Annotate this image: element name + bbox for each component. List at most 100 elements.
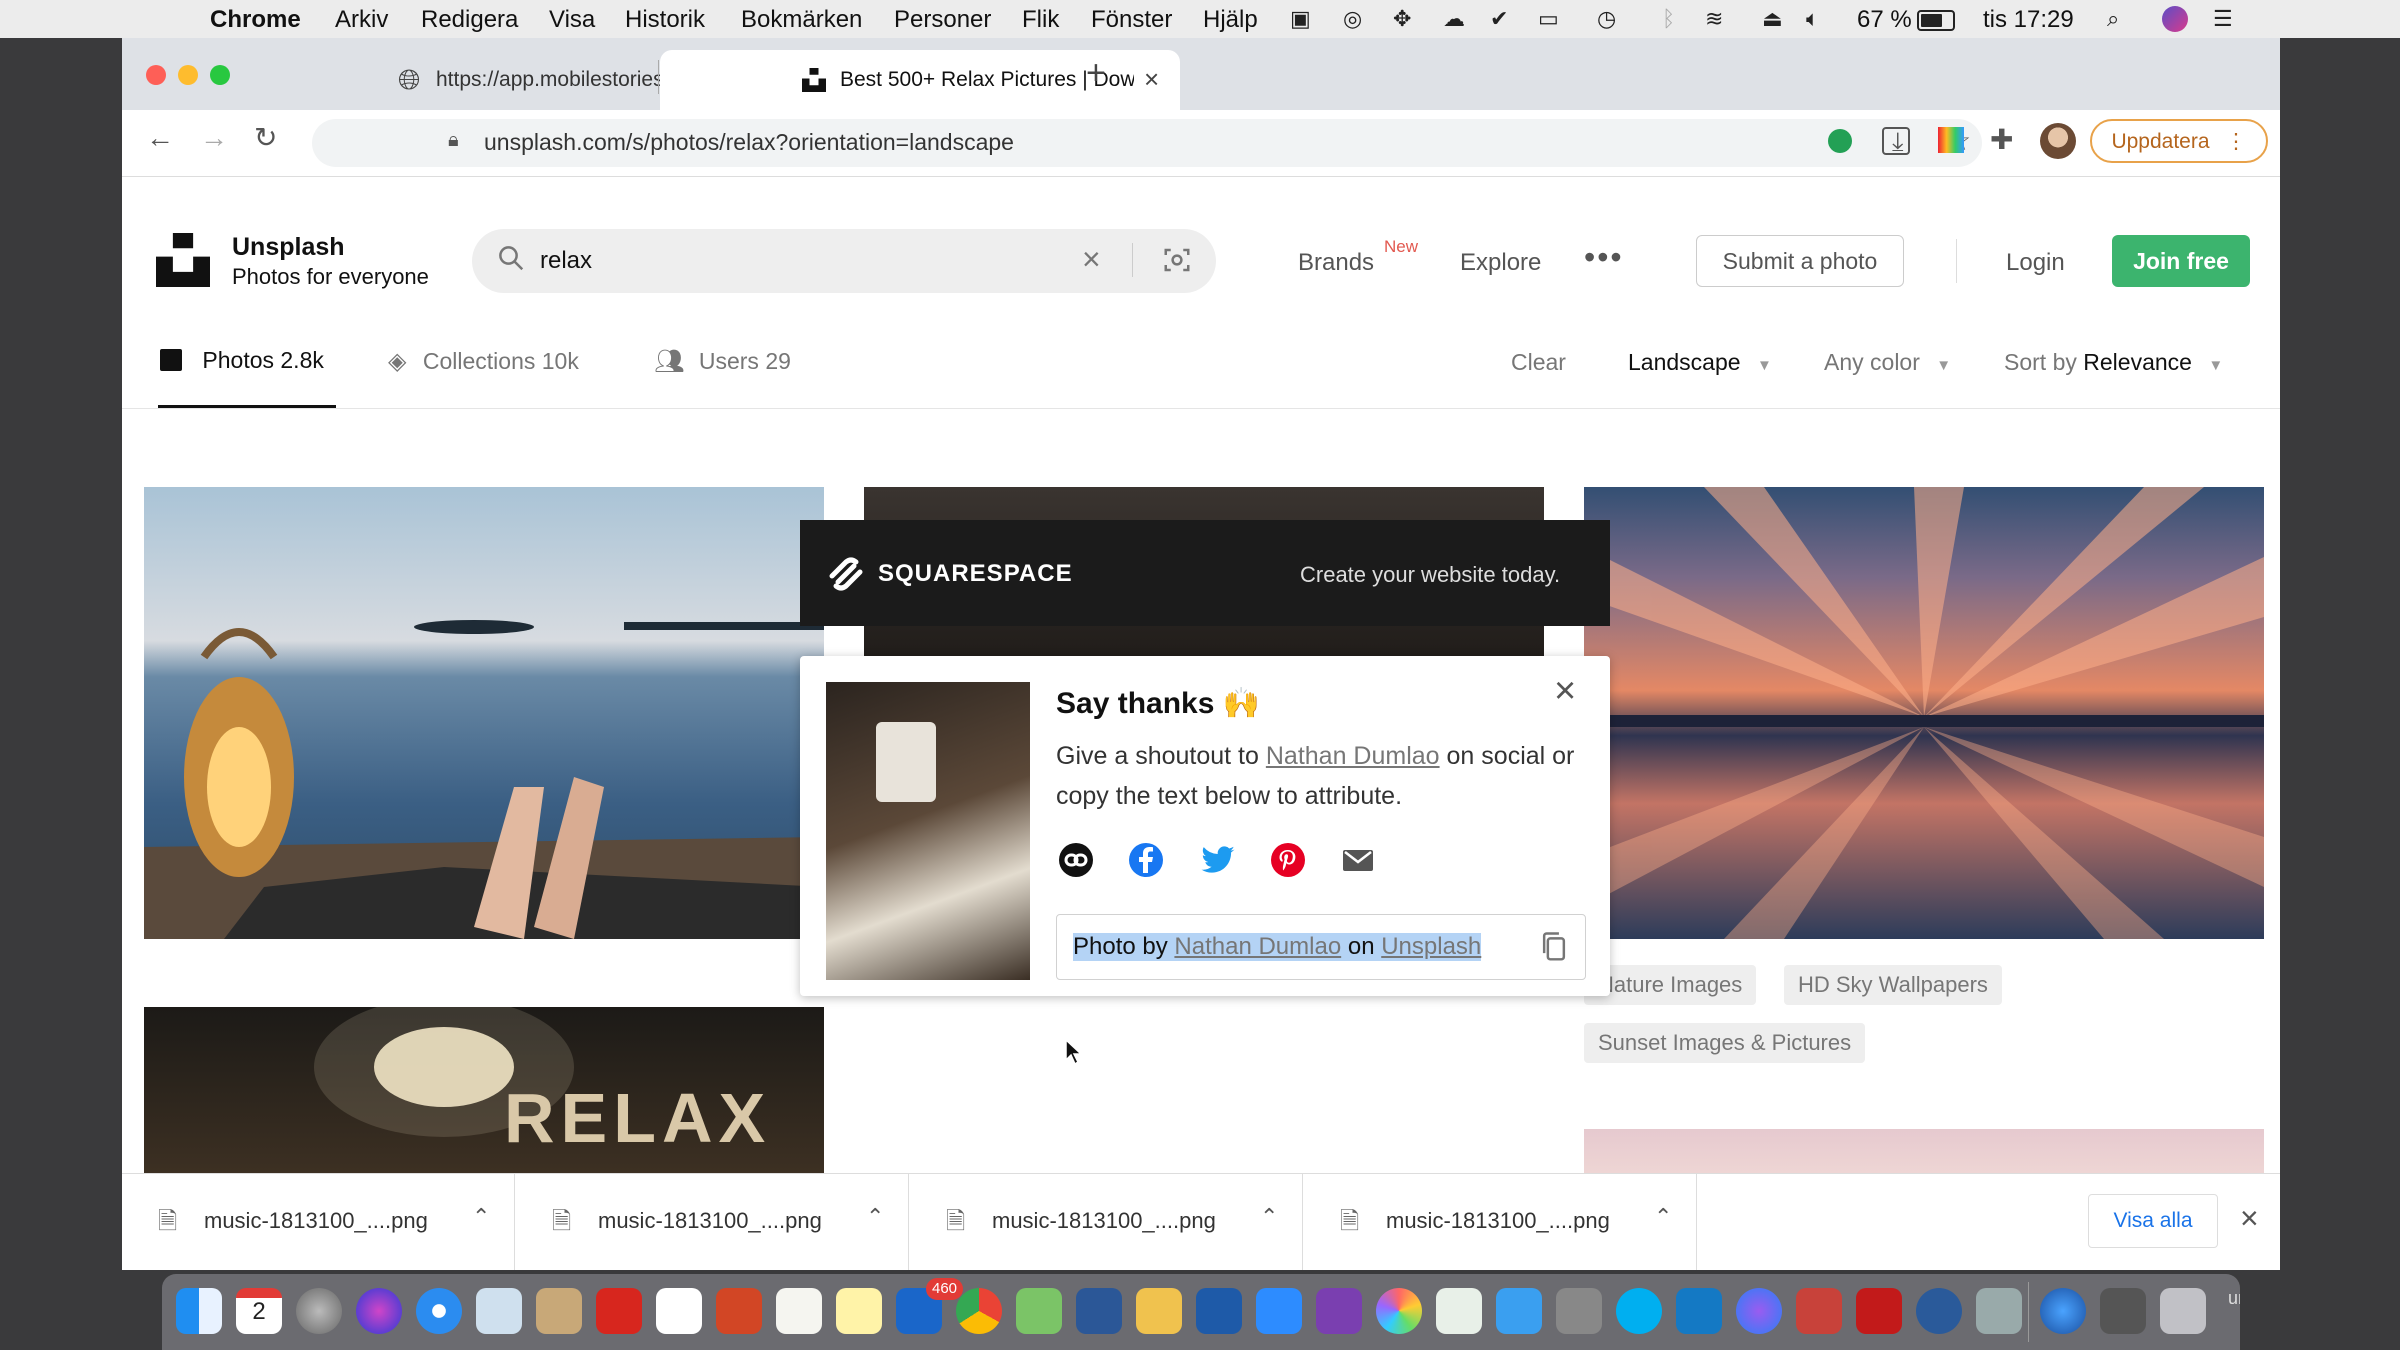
bankid-icon[interactable] (1196, 1288, 1242, 1334)
clear-search-icon[interactable]: × (1082, 241, 1101, 278)
nav-brands[interactable]: Brands (1298, 249, 1374, 277)
squarespace-ad[interactable]: SQUARESPACE Create your website today. (800, 520, 1610, 626)
menu-item-bokmarken[interactable]: Bokmärken (741, 6, 862, 34)
archive-utility-icon[interactable] (536, 1288, 582, 1334)
login-link[interactable]: Login (2006, 249, 2065, 277)
eject-icon[interactable]: ⏏ (1762, 6, 1783, 32)
flash-icon[interactable] (1856, 1288, 1902, 1334)
statusbar-app-icon[interactable]: ▣ (1290, 6, 1311, 32)
extension-green-icon[interactable] (1828, 129, 1852, 153)
quicktime-icon[interactable] (1916, 1288, 1962, 1334)
attribution-text[interactable]: Photo by Nathan Dumlao on Unsplash (1073, 933, 1482, 961)
download-item[interactable]: 🗎︎ music-1813100_....png ⌃ (516, 1174, 909, 1270)
window-minimize-button[interactable] (178, 65, 198, 85)
unsplash-logo-icon[interactable] (156, 233, 210, 292)
siri-icon[interactable] (2162, 6, 2188, 32)
airplay-icon[interactable]: ▭ (1538, 6, 1559, 32)
menu-item-personer[interactable]: Personer (894, 6, 991, 34)
more-options-icon[interactable]: ••• (1584, 239, 1624, 276)
tab-close-icon[interactable]: × (1144, 64, 1159, 95)
author-link[interactable]: Nathan Dumlao (1266, 742, 1440, 770)
menu-app-name[interactable]: Chrome (210, 6, 301, 34)
back-arrow-icon[interactable]: ← (146, 122, 174, 154)
pinterest-icon[interactable] (1270, 842, 1306, 878)
tab-collections[interactable]: ◈ Collections 10k (388, 347, 579, 376)
download-item[interactable]: 🗎︎ music-1813100_....png ⌃ (122, 1174, 515, 1270)
textedit-icon[interactable] (776, 1288, 822, 1334)
orientation-dropdown[interactable]: Landscape ▼ (1628, 349, 1772, 376)
launchpad-icon[interactable] (296, 1288, 342, 1334)
search-input[interactable]: relax (540, 247, 592, 275)
forward-arrow-icon[interactable]: → (200, 122, 228, 154)
finder-icon[interactable] (176, 1288, 222, 1334)
join-free-button[interactable]: Join free (2112, 235, 2250, 287)
extensions-puzzle-icon[interactable]: ✚ (1990, 123, 2013, 156)
safari-icon[interactable] (416, 1288, 462, 1334)
search-icon[interactable] (496, 243, 526, 278)
url-text[interactable]: unsplash.com/s/photos/relax?orientation=… (484, 129, 1014, 156)
skype-business-icon[interactable] (1676, 1288, 1722, 1334)
trash-icon[interactable] (2160, 1288, 2206, 1334)
chevron-up-icon[interactable]: ⌃ (866, 1204, 884, 1230)
extension-colorpick-icon[interactable] (1938, 127, 1964, 153)
zoom-icon[interactable] (1256, 1288, 1302, 1334)
time-machine-icon[interactable]: ◷ (1597, 6, 1616, 32)
facebook-icon[interactable] (1128, 842, 1164, 878)
update-chrome-button[interactable]: Uppdatera ⋮ (2090, 119, 2268, 163)
dialog-close-icon[interactable]: × (1554, 670, 1576, 713)
window-maximize-button[interactable] (210, 65, 230, 85)
nav-explore[interactable]: Explore (1460, 249, 1541, 277)
address-bar[interactable]: 🔒︎ unsplash.com/s/photos/relax?orientati… (312, 119, 1982, 167)
spotlight-search-icon[interactable]: ⌕ (2107, 6, 2119, 32)
photos-app-icon[interactable] (1376, 1288, 1422, 1334)
menu-item-flik[interactable]: Flik (1022, 6, 1059, 34)
battery-icon[interactable] (1917, 10, 1955, 31)
lock-icon[interactable]: 🔒︎ (448, 129, 459, 152)
wifi-icon[interactable]: ≋ (1705, 6, 1723, 32)
photo-lantern-lake[interactable] (144, 487, 824, 939)
keynote-icon[interactable] (1496, 1288, 1542, 1334)
notes-icon[interactable] (836, 1288, 882, 1334)
profile-avatar[interactable] (2040, 123, 2076, 159)
menu-item-hjalp[interactable]: Hjälp (1203, 6, 1258, 34)
window-close-button[interactable] (146, 65, 166, 85)
menu-item-historik[interactable]: Historik (625, 6, 705, 34)
creative-cloud-icon[interactable]: ◎ (1343, 6, 1362, 32)
skype-icon[interactable] (1616, 1288, 1662, 1334)
messenger-icon[interactable] (1736, 1288, 1782, 1334)
visual-search-icon[interactable] (1162, 245, 1192, 280)
attribution-site-link[interactable]: Unsplash (1381, 933, 1481, 960)
new-tab-icon[interactable]: + (1086, 54, 1106, 93)
dropbox-icon[interactable]: ✥ (1393, 6, 1411, 32)
extension-grid-icon[interactable] (1882, 127, 1910, 155)
siri-icon[interactable] (356, 1288, 402, 1334)
checkmark-circle-icon[interactable]: ✔ (1490, 6, 1508, 32)
calculator-icon[interactable] (1556, 1288, 1602, 1334)
cloud-upload-icon[interactable]: ☁ (1443, 6, 1465, 32)
email-icon[interactable] (1340, 842, 1376, 878)
menu-item-arkiv[interactable]: Arkiv (335, 6, 388, 34)
attribution-author-link[interactable]: Nathan Dumlao (1174, 933, 1341, 960)
menu-item-redigera[interactable]: Redigera (421, 6, 518, 34)
chevron-up-icon[interactable]: ⌃ (1654, 1204, 1672, 1230)
related-chip-sky-wallpapers[interactable]: HD Sky Wallpapers (1784, 965, 2002, 1005)
download-item[interactable]: 🗎︎ music-1813100_....png ⌃ (1304, 1174, 1697, 1270)
preview-icon[interactable] (476, 1288, 522, 1334)
chrome-icon[interactable] (956, 1288, 1002, 1334)
tab-photos[interactable]: Photos 2.8k (160, 347, 324, 374)
brand-name[interactable]: Unsplash (232, 233, 345, 262)
clear-filters-button[interactable]: Clear (1511, 349, 1566, 376)
download-item[interactable]: 🗎︎ music-1813100_....png ⌃ (910, 1174, 1303, 1270)
reload-icon[interactable]: ↻ (254, 121, 277, 154)
numbers-icon[interactable] (1436, 1288, 1482, 1334)
screen-sharing-icon[interactable] (1976, 1288, 2022, 1334)
notification-center-icon[interactable]: ☰ (2213, 6, 2233, 32)
onenote-icon[interactable] (1316, 1288, 1362, 1334)
related-chip-sunset[interactable]: Sunset Images & Pictures (1584, 1023, 1866, 1063)
close-downloads-icon[interactable]: × (2240, 1200, 2259, 1237)
calendar-icon[interactable]: 2 (236, 1288, 282, 1334)
network-folder-icon[interactable] (2040, 1288, 2086, 1334)
copy-icon[interactable] (1539, 931, 1569, 968)
twitter-icon[interactable] (1200, 842, 1236, 878)
reminders-icon[interactable] (656, 1288, 702, 1334)
